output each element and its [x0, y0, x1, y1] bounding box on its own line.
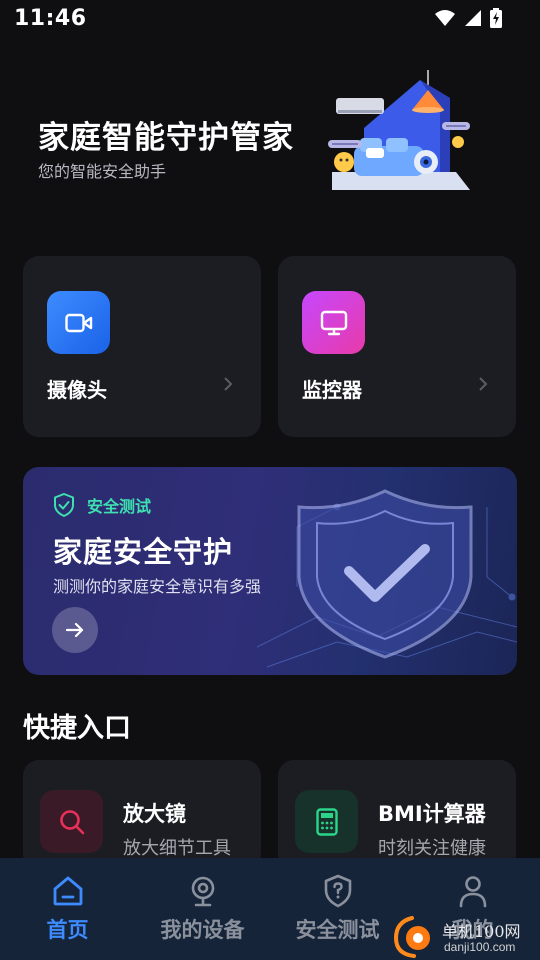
- banner-subtitle: 测测你的家庭安全意识有多强: [53, 577, 262, 596]
- search-icon: [40, 790, 103, 853]
- nav-item-my-devices[interactable]: 我的设备: [135, 858, 270, 960]
- nav-item-security-test[interactable]: 安全测试: [270, 858, 405, 960]
- nav-item-home[interactable]: 首页: [0, 858, 135, 960]
- shield-check-icon: [54, 493, 74, 517]
- chevron-right-icon: [479, 377, 488, 391]
- app-subtitle: 您的智能安全助手: [38, 162, 167, 181]
- webcam-icon: [191, 876, 214, 907]
- nav-label-home: 首页: [46, 918, 89, 942]
- watermark-logo-icon: [393, 916, 430, 958]
- watermark-url: danji100.com: [444, 940, 516, 954]
- quick-item-title: 放大镜: [123, 802, 186, 826]
- chevron-right-icon: [224, 377, 233, 391]
- status-icons: [434, 8, 502, 28]
- user-icon: [459, 876, 486, 908]
- status-time: 11:46: [14, 6, 87, 31]
- banner-arrow-button[interactable]: [52, 607, 98, 653]
- device-card-camera[interactable]: 摄像头: [23, 256, 261, 437]
- quick-item-desc: 时刻关注健康: [378, 838, 486, 859]
- status-bar: 11:46: [0, 0, 540, 38]
- monitor-icon: [302, 291, 365, 354]
- banner-tag-label: 安全测试: [87, 497, 152, 516]
- device-card-monitor[interactable]: 监控器: [278, 256, 516, 437]
- quick-entry-title: 快捷入口: [23, 713, 131, 744]
- quick-item-magnifier[interactable]: 放大镜 放大细节工具: [23, 760, 261, 870]
- banner-title: 家庭安全守护: [53, 535, 234, 569]
- calculator-icon: [295, 790, 358, 853]
- nav-label-security-test: 安全测试: [295, 918, 380, 942]
- site-watermark: 单机100网 danji100.com: [390, 912, 540, 960]
- nav-label-my-devices: 我的设备: [160, 918, 245, 942]
- battery-charging-icon: [490, 8, 502, 28]
- app-title: 家庭智能守护管家: [38, 120, 294, 156]
- quick-item-bmi-calculator[interactable]: BMI计算器 时刻关注健康: [278, 760, 516, 870]
- arrow-right-icon: [66, 622, 84, 638]
- shield-check-illustration: [257, 489, 517, 668]
- quick-item-title: BMI计算器: [378, 802, 486, 826]
- home-icon: [53, 876, 82, 906]
- shield-question-icon: [324, 874, 351, 908]
- security-test-banner[interactable]: 安全测试 家庭安全守护 测测你的家庭安全意识有多强: [23, 467, 517, 675]
- banner-tag: 安全测试: [53, 493, 151, 517]
- watermark-text: 单机100网: [442, 922, 521, 941]
- smart-home-illustration: [328, 70, 470, 190]
- wifi-icon: [435, 10, 455, 26]
- video-camera-icon: [47, 291, 110, 354]
- cellular-signal-icon: [465, 10, 481, 26]
- device-label-monitor: 监控器: [302, 378, 362, 402]
- quick-item-desc: 放大细节工具: [123, 838, 231, 859]
- device-label-camera: 摄像头: [47, 378, 107, 402]
